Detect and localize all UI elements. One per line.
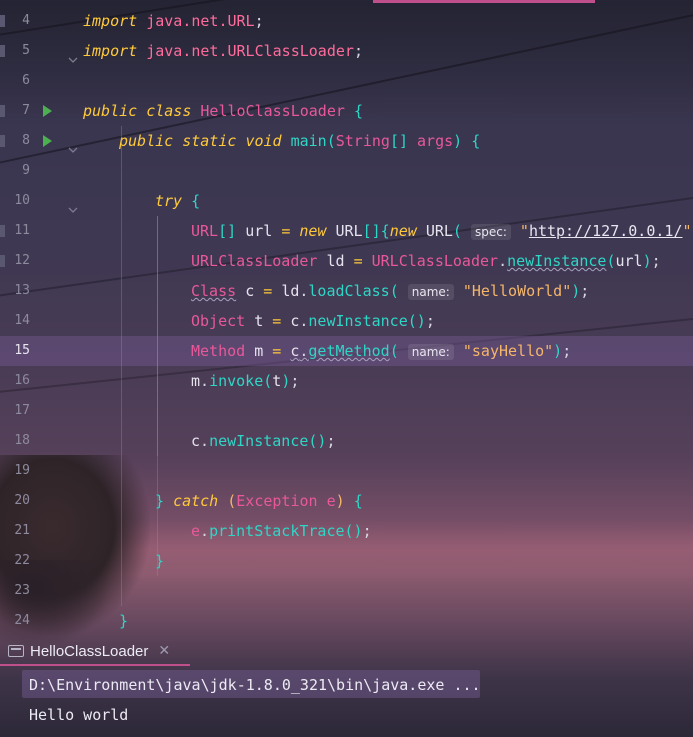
code-text: Class c = ld.loadClass( name: "HelloWorl… — [191, 282, 590, 300]
code-text: public class HelloClassLoader { — [83, 102, 363, 120]
line-number: 6 — [22, 73, 30, 88]
code-text: m.invoke(t); — [191, 372, 300, 390]
line-number: 18 — [14, 433, 30, 448]
code-line[interactable]: 4 import java.net.URL; — [0, 6, 693, 36]
code-line[interactable]: 18 c.newInstance(); — [0, 426, 693, 456]
line-number: 19 — [14, 463, 30, 478]
code-text: try { — [155, 192, 201, 210]
run-tab-label: HelloClassLoader — [30, 642, 149, 660]
line-number: 20 — [14, 493, 30, 508]
line-number: 15 — [14, 343, 30, 358]
code-line[interactable]: 13 Class c = ld.loadClass( name: "HelloWo… — [0, 276, 693, 306]
run-gutter-icon[interactable] — [43, 105, 52, 117]
code-editor[interactable]: 4 import java.net.URL; 5 import java.net.UR… — [0, 0, 693, 636]
code-line[interactable]: 7 public class HelloClassLoader { — [0, 96, 693, 126]
code-line[interactable]: 5 import java.net.URLClassLoader; — [0, 36, 693, 66]
code-line[interactable]: 11 URL[] url = new URL[]{new URL( spec: "… — [0, 216, 693, 246]
line-number: 5 — [22, 43, 30, 58]
code-text: import java.net.URLClassLoader; — [83, 42, 363, 60]
code-text: URLClassLoader ld = URLClassLoader.newIn… — [191, 252, 661, 270]
line-number: 17 — [14, 403, 30, 418]
editor-top-accent — [373, 0, 595, 3]
code-line[interactable]: 24} — [0, 606, 693, 636]
line-number: 16 — [14, 373, 30, 388]
line-number: 4 — [22, 13, 30, 28]
code-line[interactable]: 8 public static void main(String[] args) … — [0, 126, 693, 156]
code-text: Method m = c.getMethod( name: "sayHello"… — [191, 342, 572, 360]
code-line[interactable]: 20 } catch (Exception e) { — [0, 486, 693, 516]
code-text: Object t = c.newInstance(); — [191, 312, 435, 330]
code-text: e.printStackTrace(); — [191, 522, 372, 540]
change-marker — [0, 135, 5, 147]
code-line[interactable]: 6 — [0, 66, 693, 96]
tab-hello-class-loader[interactable]: HelloClassLoader ✕ — [8, 636, 170, 666]
run-gutter-icon[interactable] — [43, 135, 52, 147]
code-line[interactable]: 12 URLClassLoader ld = URLClassLoader.new… — [0, 246, 693, 276]
line-number: 13 — [14, 283, 30, 298]
code-line[interactable]: 22} — [0, 546, 693, 576]
code-text: c.newInstance(); — [191, 432, 336, 450]
change-marker — [0, 15, 5, 27]
run-panel: HelloClassLoader ✕ D:\Environment\java\j… — [0, 636, 693, 737]
code-line[interactable]: 19 — [0, 456, 693, 486]
code-line[interactable]: 14 Object t = c.newInstance(); — [0, 306, 693, 336]
code-text: URL[] url = new URL[]{new URL( spec: "ht… — [191, 222, 693, 240]
line-number: 22 — [14, 553, 30, 568]
indent-guide — [121, 126, 122, 606]
line-number: 12 — [14, 253, 30, 268]
code-text: import java.net.URL; — [83, 12, 264, 30]
fold-icon[interactable] — [68, 138, 78, 153]
code-line[interactable]: 23 — [0, 576, 693, 606]
change-marker — [0, 105, 5, 117]
change-marker — [0, 255, 5, 267]
line-number: 24 — [14, 613, 30, 628]
line-number: 11 — [14, 223, 30, 238]
code-line[interactable]: 16 m.invoke(t); — [0, 366, 693, 396]
close-icon[interactable]: ✕ — [158, 643, 170, 659]
line-number: 14 — [14, 313, 30, 328]
fold-icon[interactable] — [68, 48, 78, 63]
code-line[interactable]: 21 e.printStackTrace(); — [0, 516, 693, 546]
code-line[interactable]: 10 try { — [0, 186, 693, 216]
code-text: } — [119, 612, 129, 630]
line-number: 7 — [22, 103, 30, 118]
code-line[interactable]: 17 — [0, 396, 693, 426]
indent-guide — [157, 216, 158, 456]
run-tab-bar: HelloClassLoader ✕ — [0, 636, 693, 666]
active-tab-indicator — [0, 664, 190, 666]
console-icon — [8, 645, 24, 657]
line-number: 21 — [14, 523, 30, 538]
line-number: 8 — [22, 133, 30, 148]
line-number: 10 — [14, 193, 30, 208]
line-number: 9 — [22, 163, 30, 178]
console-output-line[interactable]: Hello world — [29, 706, 128, 724]
code-line[interactable]: 15 Method m = c.getMethod( name: "sayHell… — [0, 336, 693, 366]
code-line[interactable]: 9 — [0, 156, 693, 186]
fold-icon[interactable] — [68, 198, 78, 213]
code-text: } catch (Exception e) { — [155, 492, 363, 510]
code-text: public static void main(String[] args) { — [119, 132, 481, 150]
change-marker — [0, 45, 5, 57]
console-command-line[interactable]: D:\Environment\java\jdk-1.8.0_321\bin\ja… — [29, 676, 481, 694]
line-number: 23 — [14, 583, 30, 598]
change-marker — [0, 225, 5, 237]
